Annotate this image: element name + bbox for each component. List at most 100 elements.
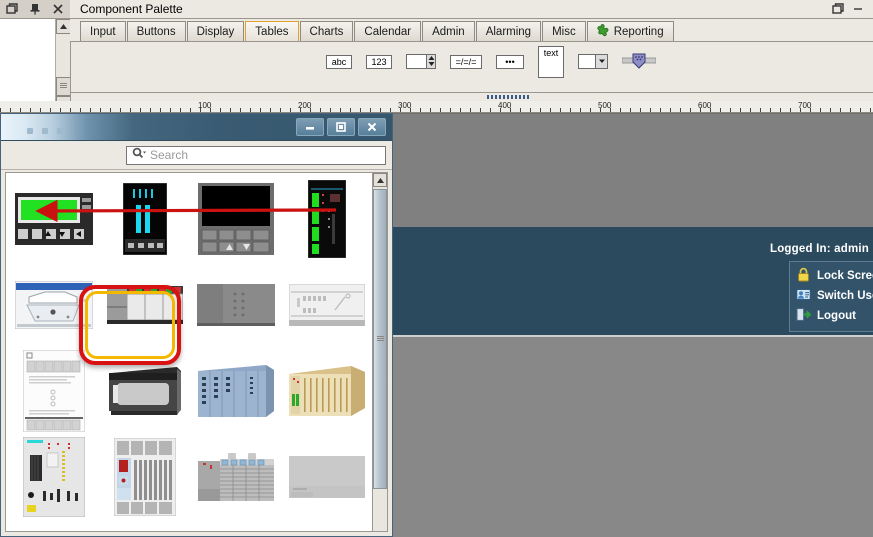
tab-alarming[interactable]: Alarming	[475, 21, 542, 41]
tab-calendar[interactable]: Calendar	[354, 21, 422, 41]
component-io-module-dark[interactable]	[190, 263, 281, 349]
nav-item-switch-user[interactable]: Switch User	[796, 286, 873, 306]
panel-meter-green-icon	[14, 192, 93, 248]
password-field-component[interactable]: •••	[496, 55, 524, 69]
tab-label: Admin	[432, 25, 465, 38]
left-strip-scrollbar[interactable]	[55, 19, 71, 111]
horizontal-ruler: 100 200 300 400 500 600 700	[0, 101, 873, 113]
tab-reporting[interactable]: Reporting	[586, 21, 674, 41]
nav-item-label: Logout	[817, 310, 856, 322]
search-icon	[132, 147, 147, 163]
component-list	[5, 172, 375, 532]
tab-misc[interactable]: Misc	[542, 21, 586, 41]
tab-buttons[interactable]: Buttons	[126, 21, 186, 41]
tab-tables[interactable]: Tables	[245, 21, 299, 41]
component-schematic-diagram[interactable]	[281, 263, 372, 349]
component-process-display-black[interactable]	[190, 177, 281, 263]
maximize-icon[interactable]	[831, 2, 845, 16]
ruler-label: 300	[398, 101, 412, 110]
component-rack-mount-cards[interactable]	[8, 435, 99, 521]
component-controller-black[interactable]	[99, 349, 190, 435]
component-terminal-rack-small[interactable]	[190, 435, 281, 521]
tab-label: Display	[196, 25, 235, 38]
grip-icon	[376, 335, 384, 343]
spinner-component[interactable]	[406, 53, 436, 71]
spinner-component-glyph	[406, 53, 436, 69]
nav-menu-box: Lock Screen Switch User Logout	[789, 261, 873, 332]
text-field-component[interactable]: abc	[326, 55, 352, 69]
dock-controls	[0, 0, 70, 19]
tab-admin[interactable]: Admin	[422, 21, 475, 41]
logout-icon	[796, 307, 812, 325]
palette-dock-titlebar: Component Palette	[70, 0, 873, 19]
component-blank-enclosure[interactable]	[281, 435, 372, 521]
tab-charts[interactable]: Charts	[299, 21, 354, 41]
palette-component-strip: abc 123 =/=/= ••• text	[70, 41, 873, 93]
ruler-label: 600	[698, 101, 712, 110]
lock-icon	[796, 267, 811, 285]
plc-chassis-tan-icon	[288, 365, 365, 419]
text-area-component-label: text	[538, 46, 564, 78]
process-display-black-icon	[197, 182, 274, 258]
minimize-button[interactable]	[296, 118, 324, 136]
scroll-up-icon[interactable]	[56, 19, 71, 34]
slider-component[interactable]	[621, 52, 657, 73]
component-plc-chassis-tan[interactable]	[281, 349, 372, 435]
puzzle-icon	[597, 23, 610, 40]
maximize-button[interactable]	[327, 118, 355, 136]
tab-display[interactable]: Display	[186, 21, 245, 41]
palette-vertical-scrollbar[interactable]	[372, 172, 388, 532]
scrollbar-thumb[interactable]	[373, 189, 387, 489]
search-input[interactable]: Search	[126, 145, 386, 165]
component-hmi-panel-wide[interactable]	[8, 263, 99, 349]
menu-icon[interactable]	[853, 2, 867, 16]
nav-item-lock-screen[interactable]: Lock Screen	[796, 266, 873, 286]
hmi-panel-wide-icon	[14, 280, 93, 332]
rack-mount-cards-icon	[22, 436, 85, 520]
text-area-component[interactable]: text	[538, 46, 564, 78]
date-field-component[interactable]: =/=/=	[450, 55, 482, 69]
close-button[interactable]	[358, 118, 386, 136]
pin-icon[interactable]	[28, 2, 42, 16]
tab-input[interactable]: Input	[80, 21, 126, 41]
nav-item-label: Lock Screen	[817, 270, 873, 282]
tab-label: Buttons	[136, 25, 176, 38]
nav-item-logout[interactable]: Logout	[796, 306, 873, 326]
palette-tab-bar: Input Buttons Display Tables Charts Calendar A…	[70, 19, 873, 41]
splitter-handle[interactable]	[487, 95, 531, 99]
component-panel-meter-green[interactable]	[8, 177, 99, 263]
date-field-component-label: =/=/=	[450, 55, 482, 69]
ruler-label: 700	[798, 101, 812, 110]
numeric-field-component-label: 123	[366, 55, 392, 69]
tab-label: Charts	[309, 25, 344, 38]
window-buttons	[296, 118, 386, 136]
dropdown-component[interactable]	[578, 53, 608, 71]
modular-io-rack-icon	[113, 437, 176, 519]
switch-user-icon	[796, 287, 811, 305]
component-plc-chassis-blue[interactable]	[190, 349, 281, 435]
schematic-diagram-icon	[288, 283, 365, 329]
blank-enclosure-icon	[288, 455, 365, 501]
search-row: Search	[1, 141, 392, 170]
component-bargraph-indicator-blue[interactable]	[99, 177, 190, 263]
bargraph-indicator-blue-icon	[122, 182, 167, 258]
float-icon[interactable]	[5, 2, 19, 16]
window-titlebar[interactable]	[1, 114, 392, 141]
search-placeholder: Search	[150, 148, 189, 162]
numeric-field-component[interactable]: 123	[366, 55, 392, 69]
component-terminal-block-strip[interactable]	[8, 349, 99, 435]
palette-item-list: abc 123 =/=/= ••• text	[326, 46, 657, 78]
scroll-up-icon[interactable]	[373, 173, 387, 187]
component-modular-io-rack[interactable]	[99, 435, 190, 521]
grip-icon	[60, 83, 67, 90]
tab-label: Misc	[552, 25, 576, 38]
multi-bargraph-green-icon	[307, 179, 346, 261]
tab-label: Input	[90, 25, 116, 38]
io-module-dark-icon	[196, 283, 275, 329]
component-plc-rack-modules[interactable]	[99, 263, 190, 349]
close-icon[interactable]	[51, 2, 65, 16]
component-multi-bargraph-green[interactable]	[281, 177, 372, 263]
slider-component-glyph	[621, 53, 657, 73]
scrollbar-thumb[interactable]	[56, 77, 71, 96]
plc-chassis-blue-icon	[197, 364, 274, 420]
